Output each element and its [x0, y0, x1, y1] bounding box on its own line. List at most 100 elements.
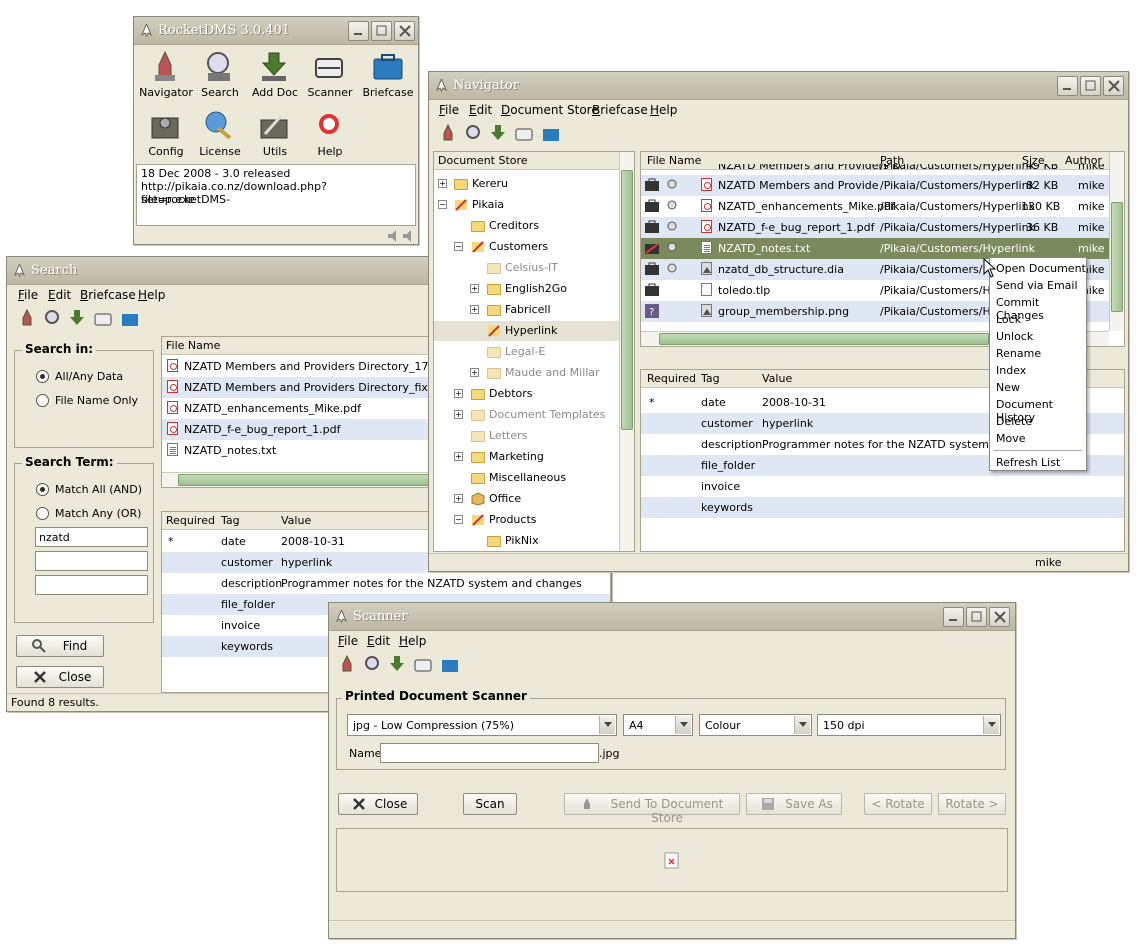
- close-button[interactable]: [394, 21, 415, 41]
- scroll-thumb[interactable]: [659, 333, 989, 345]
- menu-file[interactable]: File: [338, 634, 358, 648]
- menu-document-store[interactable]: Document Store: [501, 103, 599, 117]
- expand-icon[interactable]: +: [454, 452, 463, 461]
- tree-item-celsius-it[interactable]: Celsius-IT: [434, 258, 619, 278]
- tree-item-kereru[interactable]: + Kereru: [434, 174, 619, 194]
- rocket-icon[interactable]: [338, 655, 356, 673]
- tree-item-debtors[interactable]: + Debtors: [434, 384, 619, 404]
- tree-item-products[interactable]: − Products: [434, 510, 619, 530]
- menu-file[interactable]: File: [439, 103, 459, 117]
- scan-button[interactable]: Scan: [463, 793, 517, 815]
- close-button[interactable]: Close: [16, 666, 104, 688]
- table-row[interactable]: NZATD_f-e_bug_report_1.pdf/Pikaia/Custom…: [641, 217, 1124, 238]
- close-button[interactable]: [989, 607, 1010, 627]
- resolution-select[interactable]: 150 dpi: [817, 714, 1001, 736]
- menu-item-rename[interactable]: Rename: [996, 347, 1041, 360]
- help-launch-button[interactable]: Help: [304, 110, 354, 162]
- tree-item-english2go[interactable]: + English2Go: [434, 279, 619, 299]
- scanner-titlebar[interactable]: Scanner: [329, 603, 1015, 631]
- all-data-radio[interactable]: [36, 370, 49, 383]
- tree-item-miscellaneous[interactable]: Miscellaneous: [434, 468, 619, 488]
- file-name-only-radio[interactable]: [36, 394, 49, 407]
- tree-item-piknix[interactable]: PikNix: [434, 531, 619, 551]
- minimize-button[interactable]: [943, 607, 964, 627]
- save-as-button[interactable]: Save As: [746, 793, 842, 815]
- rotate-right-button[interactable]: Rotate >: [938, 793, 1006, 815]
- expand-icon[interactable]: +: [438, 179, 447, 188]
- color-mode-select[interactable]: Colour: [699, 714, 812, 736]
- menu-help[interactable]: Help: [650, 103, 677, 117]
- collapse-icon[interactable]: −: [454, 515, 463, 524]
- tree-item-creditors[interactable]: Creditors: [434, 216, 619, 236]
- collapse-icon[interactable]: −: [454, 242, 463, 251]
- tree-item-customers[interactable]: − Customers: [434, 237, 619, 257]
- tree-item-document-templates[interactable]: + Document Templates: [434, 405, 619, 425]
- add-doc-icon[interactable]: [388, 655, 406, 673]
- value-column-header[interactable]: Value: [281, 514, 311, 527]
- rocket-icon[interactable]: [439, 124, 457, 142]
- tree-item-maude-and-millar[interactable]: + Maude and Millar: [434, 363, 619, 383]
- tree-item-pikaia[interactable]: − Pikaia: [434, 195, 619, 215]
- scanner-launch-button[interactable]: Scanner: [304, 51, 354, 103]
- required-column-header[interactable]: Required: [166, 514, 215, 527]
- rotate-left-button[interactable]: < Rotate: [864, 793, 932, 815]
- scanner-icon[interactable]: [94, 309, 112, 327]
- add-doc-icon[interactable]: [489, 124, 507, 142]
- search-launch-button[interactable]: Search: [194, 51, 244, 103]
- value-column-header[interactable]: Value: [762, 372, 792, 385]
- config-launch-button[interactable]: Config: [140, 110, 190, 162]
- table-row-selected[interactable]: NZATD_notes.txt/Pikaia/Customers/Hyperli…: [641, 238, 1124, 259]
- metadata-row[interactable]: keywords: [641, 497, 1124, 518]
- tree-item-office[interactable]: + Office: [434, 489, 619, 509]
- menu-edit[interactable]: Edit: [48, 288, 71, 302]
- scroll-thumb[interactable]: [1111, 202, 1123, 312]
- menu-item-lock[interactable]: Lock: [996, 313, 1021, 326]
- rocket-icon[interactable]: [18, 309, 36, 327]
- metadata-row[interactable]: description Programmer notes for the NZAT…: [162, 573, 610, 594]
- match-all-radio[interactable]: [36, 483, 49, 496]
- search-term-input-1[interactable]: nzatd: [35, 527, 148, 547]
- menu-help[interactable]: Help: [138, 288, 165, 302]
- menu-help[interactable]: Help: [399, 634, 426, 648]
- expand-icon[interactable]: +: [454, 410, 463, 419]
- expand-icon[interactable]: +: [470, 305, 479, 314]
- scroll-thumb[interactable]: [621, 170, 633, 430]
- menu-item-move[interactable]: Move: [996, 432, 1026, 445]
- metadata-row[interactable]: invoice: [641, 476, 1124, 497]
- news-link-continued[interactable]: setup.exe: [141, 193, 195, 206]
- table-row[interactable]: NZATD_enhancements_Mike.pdf/Pikaia/Custo…: [641, 196, 1124, 217]
- paper-size-select[interactable]: A4: [623, 714, 693, 736]
- close-button[interactable]: [1103, 76, 1124, 96]
- menu-item-new[interactable]: New: [996, 381, 1020, 394]
- name-field[interactable]: [380, 743, 599, 763]
- minimize-button[interactable]: [1057, 76, 1078, 96]
- menu-briefcase[interactable]: Briefcase: [80, 288, 136, 302]
- menu-edit[interactable]: Edit: [367, 634, 390, 648]
- menu-item-open-document[interactable]: Open Document: [996, 262, 1086, 275]
- scanner-close-button[interactable]: Close: [338, 793, 418, 815]
- add-doc-icon[interactable]: [68, 309, 86, 327]
- search-icon[interactable]: [363, 655, 381, 673]
- file-name-column-header[interactable]: File Name: [166, 339, 220, 352]
- briefcase-icon[interactable]: [441, 655, 459, 673]
- table-row[interactable]: NZATD Members and Providers D/Pikaia/Cus…: [641, 164, 1124, 175]
- menu-item-unlock[interactable]: Unlock: [996, 330, 1033, 343]
- menu-item-index[interactable]: Index: [996, 364, 1026, 377]
- table-row[interactable]: NZATD Members and Providers D/Pikaia/Cus…: [641, 175, 1124, 196]
- search-term-input-2[interactable]: [35, 551, 148, 571]
- briefcase-launch-button[interactable]: Briefcase: [360, 51, 416, 103]
- menu-briefcase[interactable]: Briefcase: [592, 103, 648, 117]
- search-icon[interactable]: [464, 124, 482, 142]
- search-term-input-3[interactable]: [35, 575, 148, 595]
- tree-item-marketing[interactable]: + Marketing: [434, 447, 619, 467]
- minimize-button[interactable]: [348, 21, 369, 41]
- required-column-header[interactable]: Required: [647, 372, 696, 385]
- tag-column-header[interactable]: Tag: [221, 514, 240, 527]
- briefcase-icon[interactable]: [542, 124, 560, 142]
- expand-icon[interactable]: +: [454, 389, 463, 398]
- tree-item-fabricell[interactable]: + Fabricell: [434, 300, 619, 320]
- menu-edit[interactable]: Edit: [469, 103, 492, 117]
- match-any-radio[interactable]: [36, 507, 49, 520]
- navigator-launch-button[interactable]: Navigator: [139, 51, 193, 103]
- maximize-button[interactable]: [966, 607, 987, 627]
